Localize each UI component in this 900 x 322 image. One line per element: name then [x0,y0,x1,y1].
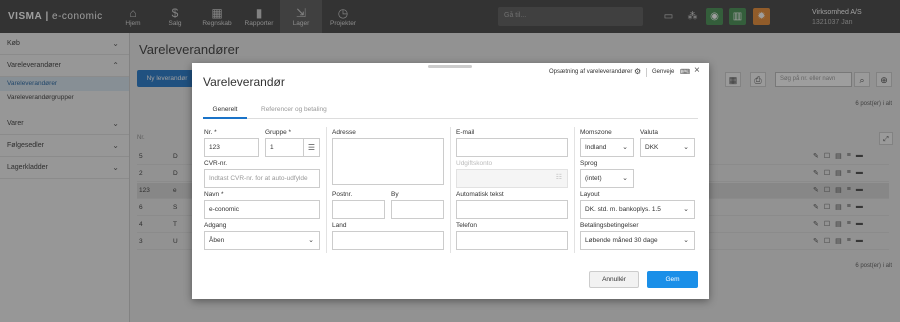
payout-account-input: ☷ [456,169,568,188]
column-divider [326,127,327,253]
vatzone-select[interactable]: Indland ⌄ [580,138,634,157]
chevron-down-icon: ⌄ [683,206,689,213]
group-input[interactable]: 1 ☰ [265,138,320,157]
currency-select[interactable]: DKK ⌄ [640,138,695,157]
terms-label: Betalingsbetingelser [580,222,639,229]
phone-input[interactable] [456,231,568,250]
cvr-input[interactable]: Indtast CVR-nr. for at auto-udfylde [204,169,320,188]
currency-label: Valuta [640,129,658,136]
language-select[interactable]: (intet) ⌄ [580,169,634,188]
drag-handle[interactable] [428,65,472,68]
zip-label: Postnr. [332,191,353,198]
email-input[interactable] [456,138,568,157]
dialog-title: Vareleverandør [203,75,285,89]
country-input[interactable] [332,231,444,250]
language-label: Sprog [580,160,598,167]
payment-terms-select[interactable]: Løbende måned 30 dage ⌄ [580,231,695,250]
city-input[interactable] [391,200,444,219]
zip-input[interactable] [332,200,385,219]
payout-label: Udgiftskonto [456,160,493,167]
close-icon[interactable]: × [694,65,700,76]
chevron-down-icon: ⌄ [683,237,689,244]
column-divider [450,127,451,253]
layout-select[interactable]: DK. std. m. bankoplys. 1.5 ⌄ [580,200,695,219]
chevron-down-icon: ⌄ [622,175,628,182]
group-label: Gruppe * [265,129,292,136]
tab-generelt[interactable]: Generelt [203,103,247,119]
column-divider [574,127,575,253]
name-label: Navn * [204,191,224,198]
name-input[interactable]: e-conomic [204,200,320,219]
gear-icon[interactable]: ⚙ [634,67,641,76]
access-label: Adgang [204,222,227,229]
autotext-label: Automatisk tekst [456,191,504,198]
cvr-label: CVR-nr. [204,160,228,167]
tab-referencer[interactable]: Referencer og betaling [261,103,327,119]
supplier-dialog: Vareleverandør Opsætning af vareleverand… [192,63,709,299]
list-icon[interactable]: ☰ [303,139,319,156]
list-icon: ☷ [555,174,562,181]
vatzone-label: Momszone [580,129,612,136]
shortcuts-link[interactable]: Genveje [652,69,674,75]
chevron-down-icon: ⌄ [622,144,628,151]
setup-link[interactable]: Opsætning af vareleverandører [549,69,632,75]
chevron-down-icon: ⌄ [308,237,314,244]
save-button[interactable]: Gem [647,271,698,288]
address-textarea[interactable] [332,138,444,185]
phone-label: Telefon [456,222,477,229]
divider [646,68,647,77]
country-label: Land [332,222,347,229]
address-label: Adresse [332,129,356,136]
access-select[interactable]: Åben ⌄ [204,231,320,250]
chevron-down-icon: ⌄ [683,144,689,151]
cancel-button[interactable]: Annullér [589,271,639,288]
city-label: By [391,191,399,198]
keyboard-icon[interactable]: ⌨ [680,68,690,76]
dialog-tabs: Generelt Referencer og betaling [203,103,698,119]
layout-label: Layout [580,191,600,198]
autotext-input[interactable] [456,200,568,219]
nr-label: Nr. * [204,129,217,136]
email-label: E-mail [456,129,475,136]
nr-input[interactable]: 123 [204,138,259,157]
